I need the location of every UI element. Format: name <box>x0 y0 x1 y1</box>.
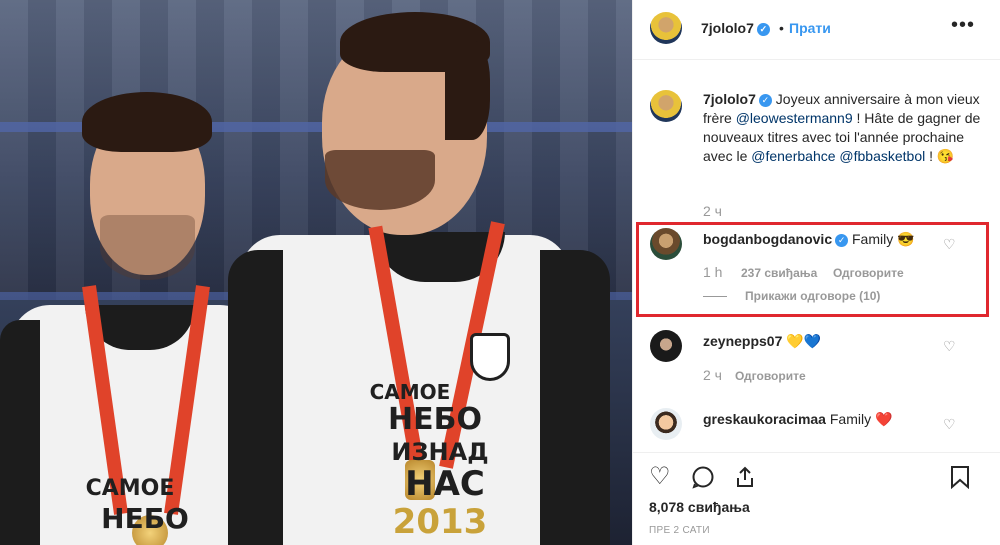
club-crest-icon <box>470 333 510 381</box>
player-right-shirt-text-2: НЕБО <box>388 402 482 437</box>
post-photo[interactable]: САМОЕ НЕБО САМОЕ НЕБО ИЗНАД НАС 2013 <box>0 0 632 545</box>
player-left-stubble <box>100 215 195 280</box>
player-right-sleeve <box>228 250 283 545</box>
comment-avatar-greskaukoracimaa[interactable] <box>650 408 682 440</box>
player-left-sleeve <box>0 320 40 545</box>
share-icon[interactable] <box>733 465 757 494</box>
follow-button[interactable]: Прати <box>789 20 831 36</box>
player-right-hair-side <box>445 40 490 140</box>
post-caption: 7jololo7 ✓ Joyeux anniversaire à mon vieu… <box>703 90 988 166</box>
player-right-beard <box>325 150 435 210</box>
comment-text: Family ❤️ <box>829 411 893 427</box>
header-separator: • <box>779 20 784 36</box>
player-left-shirt-text-2: НЕБО <box>101 502 189 535</box>
caption-timestamp[interactable]: 2 ч <box>703 203 722 219</box>
player-right-shirt-year: 2013 <box>392 502 488 542</box>
player-right-shirt-text-4: НАС <box>405 464 485 504</box>
comment-text: 💛💙 <box>786 333 822 349</box>
comment-reply-button[interactable]: Одговорите <box>735 369 806 383</box>
like-count[interactable]: 8,078 свиђања <box>649 499 750 515</box>
author-avatar[interactable] <box>650 12 682 44</box>
verified-badge-icon: ✓ <box>756 23 770 36</box>
comment-timestamp[interactable]: 2 ч <box>703 367 722 383</box>
comment-username[interactable]: zeynepps07 <box>703 333 782 349</box>
post-actions: ♡ 8,078 свиђања ПРЕ 2 САТИ <box>633 452 1000 545</box>
player-left-hair <box>82 92 212 152</box>
player-right-shirt-text-3: ИЗНАД <box>391 438 489 466</box>
comment-zeynepps07: zeynepps07 💛💙 <box>703 333 821 350</box>
bookmark-icon[interactable] <box>949 465 971 494</box>
comment-username[interactable]: greskaukoracimaa <box>703 411 826 427</box>
comment-like-heart-icon[interactable]: ♡ <box>943 416 956 433</box>
more-options-icon[interactable]: ••• <box>951 14 975 37</box>
post-age[interactable]: ПРЕ 2 САТИ <box>649 525 710 536</box>
comment-avatar-zeynepps07[interactable] <box>650 330 682 362</box>
author-username[interactable]: 7jololo7 ✓ <box>701 20 770 36</box>
verified-badge-icon: ✓ <box>758 94 772 107</box>
player-left-shirt-text-1: САМОЕ <box>85 476 175 501</box>
heart-icon[interactable]: ♡ <box>649 465 671 489</box>
highlight-box <box>636 222 989 317</box>
comment-greskaukoracimaa: greskaukoracimaa Family ❤️ <box>703 411 892 428</box>
caption-author-username[interactable]: 7jololo7 <box>703 91 756 107</box>
caption-text-4: ! 😘 <box>925 148 955 164</box>
caption-mention-leowestermann9[interactable]: @leowestermann9 <box>736 110 853 126</box>
caption-author-avatar[interactable] <box>650 90 682 122</box>
author-username-text: 7jololo7 <box>701 20 754 36</box>
player-right-sleeve-right <box>540 250 610 545</box>
post-header: 7jololo7 ✓ • Прати ••• <box>633 0 1000 60</box>
caption-mention-fbbasketbol[interactable]: @fbbasketbol <box>839 148 925 164</box>
caption-mention-fenerbahce[interactable]: @fenerbahce <box>751 148 835 164</box>
comment-like-heart-icon[interactable]: ♡ <box>943 338 956 355</box>
comment-icon[interactable] <box>691 465 715 494</box>
player-right-shirt-text-1: САМОЕ <box>369 380 451 404</box>
